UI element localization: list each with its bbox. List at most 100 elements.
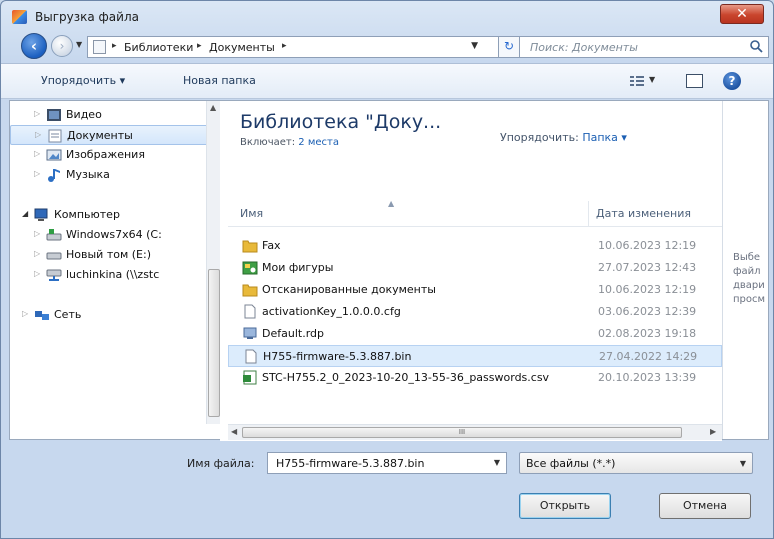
open-button[interactable]: Открыть [519,493,611,519]
csv-icon [243,370,257,385]
music-icon [48,169,60,182]
address-dropdown-icon[interactable]: ▼ [471,41,478,51]
nav-item-label: Новый том (E:) [66,248,151,261]
address-bar[interactable]: ▸ Библиотеки ▸ Документы ▸ ▼ [87,36,499,58]
file-row[interactable]: Мои фигуры 27.07.2023 12:43 [228,257,722,279]
nav-item-network-drive[interactable]: ▷ luchinkina (\\zstc [10,265,208,285]
filename-field[interactable] [274,456,474,471]
history-dropdown-icon[interactable]: ▼ [76,40,82,49]
folder-icon [93,40,106,54]
includes-locations-link[interactable]: 2 места [298,137,339,148]
preview-pane: Выбе файл двари просм [722,101,768,439]
file-type-select[interactable]: Все файлы (*.*) ▼ [519,452,753,474]
file-name: STC-H755.2_0_2023-10-20_13-55-36_passwor… [262,371,550,384]
nav-item-label: Компьютер [54,208,120,221]
expand-arrow-icon[interactable]: ▷ [34,149,40,158]
nav-pane-scrollbar[interactable]: ▲ [206,101,220,424]
nav-item-label: luchinkina (\\zstc [66,268,160,281]
scroll-left-icon[interactable]: ◀ [231,427,237,436]
arrange-label: Упорядочить: [500,131,579,144]
expand-arrow-icon[interactable]: ▷ [34,229,40,238]
file-name: Мои фигуры [262,261,334,274]
view-options-icon[interactable] [629,74,645,88]
file-row[interactable]: Отсканированные документы 10.06.2023 12:… [228,279,722,301]
help-icon[interactable]: ? [723,72,741,90]
column-header: ▲ Имя Дата изменения [228,199,722,227]
chevron-down-icon[interactable]: ▼ [494,458,500,467]
file-name: activationKey_1.0.0.0.cfg [262,305,401,318]
nav-item-computer[interactable]: ◢ Компьютер [10,205,208,225]
file-row-selected[interactable]: H755-firmware-5.3.887.bin 27.04.2022 14:… [228,345,722,367]
file-row[interactable]: Fax 10.06.2023 12:19 [228,235,722,257]
file-row[interactable]: activationKey_1.0.0.0.cfg 03.06.2023 12:… [228,301,722,323]
breadcrumb-separator-icon[interactable]: ▸ [197,41,202,51]
sort-arrow-icon: ▲ [388,199,395,208]
nav-item-music[interactable]: ▷ Музыка [10,165,208,185]
chevron-down-icon[interactable]: ▼ [740,459,746,468]
video-icon [47,109,61,121]
arrange-by: Упорядочить: Папка ▾ [500,131,627,144]
file-name: Default.rdp [262,327,324,340]
file-icon [245,349,257,364]
network-drive-icon [46,269,62,281]
refresh-button[interactable]: ↻ [498,36,520,58]
scroll-up-icon[interactable]: ▲ [210,103,216,112]
expand-arrow-icon[interactable]: ▷ [34,169,40,178]
window-title: Выгрузка файла [35,10,139,24]
shapes-folder-icon [242,261,258,275]
breadcrumb-documents[interactable]: Документы [209,41,275,54]
file-name: H755-firmware-5.3.887.bin [263,350,412,363]
scrollbar-thumb[interactable] [208,269,220,417]
forward-button[interactable]: › [51,35,73,57]
expand-arrow-icon[interactable]: ▷ [34,269,40,278]
column-date-header[interactable]: Дата изменения [596,207,691,220]
file-date: 27.07.2023 12:43 [598,261,697,274]
file-list-hscroll[interactable]: ◀ III ▶ [228,424,722,440]
folder-icon [242,240,258,253]
file-name: Fax [262,239,281,252]
search-input[interactable] [528,39,738,55]
pane-splitter[interactable] [220,101,228,441]
organize-button[interactable]: Упорядочить ▾ [41,74,125,87]
search-icon[interactable] [749,39,763,53]
expand-arrow-icon[interactable]: ▷ [34,109,40,118]
file-date: 02.08.2023 19:18 [598,327,697,340]
drive-icon [46,229,62,241]
nav-item-video[interactable]: ▷ Видео [10,105,208,125]
preview-pane-icon[interactable] [686,74,703,88]
drive-icon [46,252,62,260]
file-date: 20.10.2023 13:39 [598,371,697,384]
nav-item-network[interactable]: ▷ Сеть [10,305,208,325]
firefox-icon [12,10,27,24]
back-button[interactable]: ‹ [21,33,47,59]
expand-arrow-icon[interactable]: ▷ [35,130,41,139]
computer-icon [34,208,48,221]
column-divider[interactable] [588,201,589,227]
new-folder-button[interactable]: Новая папка [183,74,256,87]
nav-item-pictures[interactable]: ▷ Изображения [10,145,208,165]
collapse-arrow-icon[interactable]: ◢ [22,209,28,218]
cancel-button[interactable]: Отмена [659,493,751,519]
view-dropdown-icon[interactable]: ▼ [649,75,655,84]
expand-arrow-icon[interactable]: ▷ [34,249,40,258]
nav-item-label: Сеть [54,308,82,321]
breadcrumb-libraries[interactable]: Библиотеки [124,41,193,54]
filename-combobox[interactable]: ▼ [267,452,507,474]
expand-arrow-icon[interactable]: ▷ [22,309,28,318]
arrange-dropdown[interactable]: Папка ▾ [582,131,627,144]
remote-desktop-icon [243,327,257,339]
nav-item-drive-c[interactable]: ▷ Windows7x64 (C: [10,225,208,245]
column-name-header[interactable]: Имя [240,207,263,220]
nav-item-documents[interactable]: ▷ Документы [10,125,208,145]
close-button[interactable]: ✕ [720,4,764,24]
navigation-bar: ‹ › ▼ ▸ Библиотеки ▸ Документы ▸ ▼ ↻ [1,31,773,61]
file-row[interactable]: STC-H755.2_0_2023-10-20_13-55-36_passwor… [228,367,722,389]
scrollbar-thumb[interactable]: III [242,427,682,438]
search-box[interactable] [519,36,769,58]
breadcrumb-separator-icon[interactable]: ▸ [282,41,287,51]
breadcrumb-separator-icon[interactable]: ▸ [112,41,117,51]
file-row[interactable]: Default.rdp 02.08.2023 19:18 [228,323,722,345]
file-name: Отсканированные документы [262,283,436,296]
scroll-right-icon[interactable]: ▶ [710,427,716,436]
nav-item-drive-e[interactable]: ▷ Новый том (E:) [10,245,208,265]
